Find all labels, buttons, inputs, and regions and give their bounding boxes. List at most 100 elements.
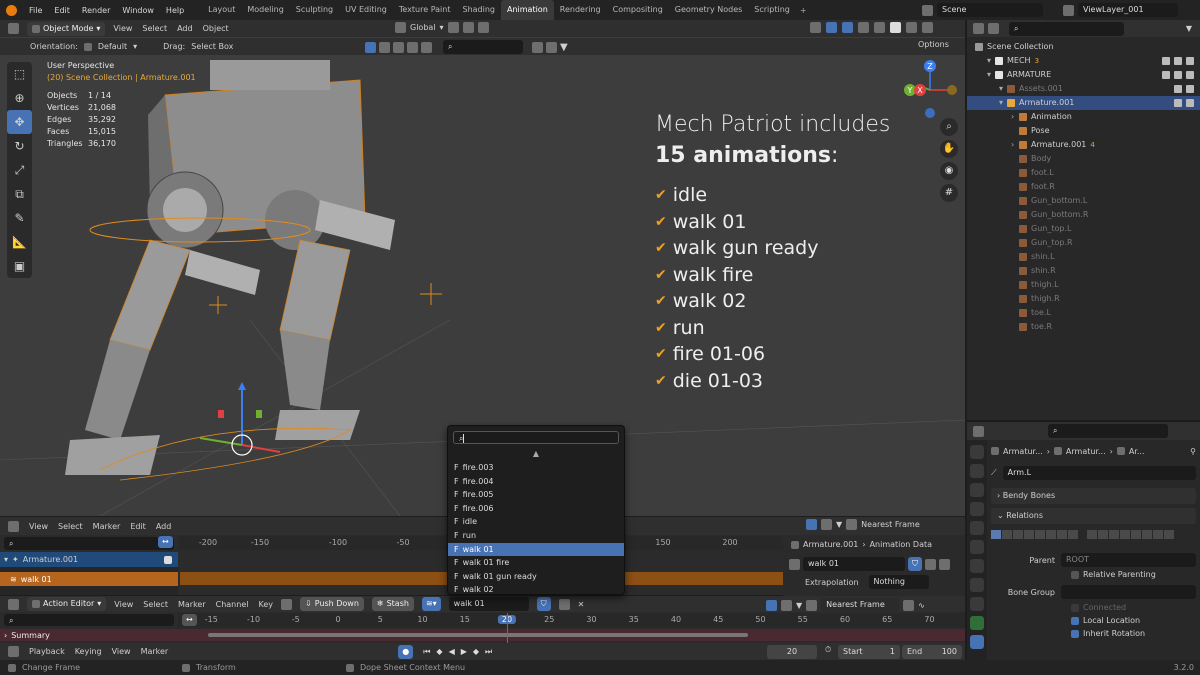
exclude-checkbox[interactable] [1162, 71, 1170, 79]
bone-layer-cell[interactable] [1002, 530, 1012, 539]
pin-icon[interactable]: ⚲ [1190, 447, 1196, 456]
tab-animation[interactable]: Animation [500, 0, 554, 20]
outliner-item[interactable]: Gun_bottom.R [967, 208, 1200, 222]
xray-icon[interactable] [858, 22, 869, 33]
rotate-tool-icon[interactable]: ↻ [7, 134, 32, 158]
push-down-button[interactable]: ⇩ Push Down [299, 597, 364, 611]
tab-scripting[interactable]: Scripting [748, 0, 796, 20]
modifier-tab-icon[interactable] [970, 578, 984, 592]
popup-action-item[interactable]: Ffire.006 [448, 502, 624, 516]
bone-name-field[interactable]: Arm.L [1002, 466, 1196, 480]
fake-user-icon[interactable]: ⛉ [908, 557, 922, 571]
play-icon[interactable]: ▶ [461, 647, 467, 656]
select-tool-icon[interactable]: ⬚ [7, 62, 32, 86]
fake-user-icon[interactable]: ⛉ [536, 597, 551, 611]
overlays-icon[interactable] [842, 22, 853, 33]
outliner-item[interactable]: foot.L [967, 166, 1200, 180]
tab-modeling[interactable]: Modeling [241, 0, 289, 20]
playback-menu-0[interactable]: Playback [29, 647, 65, 656]
visibility-icon[interactable] [810, 22, 821, 33]
view-layer-tab-icon[interactable] [970, 502, 984, 516]
exclude-checkbox[interactable] [1162, 57, 1170, 65]
bone-layer-cell[interactable] [1087, 530, 1097, 539]
add-workspace-button[interactable]: + [796, 6, 811, 15]
tab-rendering[interactable]: Rendering [554, 0, 607, 20]
action-browse-icon[interactable]: ≋▾ [421, 597, 441, 611]
popup-action-item[interactable]: Ffire.005 [448, 488, 624, 502]
view-layer-field[interactable]: ViewLayer_001 [1078, 3, 1178, 17]
nla-track-armature[interactable]: ▾ ✦ Armature.001 [0, 552, 178, 567]
options-dropdown[interactable]: Options [918, 40, 949, 49]
nla-cursor-icon[interactable] [806, 519, 817, 530]
select-mode-set-icon[interactable] [365, 41, 376, 53]
jump-start-icon[interactable]: ⏮ [423, 647, 430, 657]
select-mode-subtract-icon[interactable] [393, 41, 404, 53]
extrapolation-dropdown[interactable]: Nothing [868, 575, 929, 589]
bone-layer-cell[interactable] [1068, 530, 1078, 539]
shading-rendered-icon[interactable] [922, 22, 933, 33]
nla-snap-dropdown[interactable]: Nearest Frame [861, 520, 920, 529]
select-mode-extend-icon[interactable] [379, 41, 390, 53]
camera-icon[interactable] [1186, 85, 1194, 93]
camera-icon[interactable]: ◉ [940, 162, 958, 180]
popup-action-item[interactable]: Fwalk 01 [448, 542, 624, 557]
viewport-menu-0[interactable]: View [113, 24, 132, 33]
transform-tool-icon[interactable]: ⧉ [7, 182, 32, 206]
nla-view-icon[interactable] [821, 519, 832, 530]
snap-icon[interactable] [462, 22, 474, 33]
select-mode-invert-icon[interactable] [407, 41, 418, 53]
menu-3[interactable]: Window [116, 6, 160, 15]
nla-menu-4[interactable]: Add [156, 522, 172, 531]
zoom-icon[interactable]: ⌕ [940, 118, 958, 136]
bone-layer-cell[interactable] [1120, 530, 1130, 539]
bone-layers[interactable] [991, 530, 1196, 539]
annotate-tool-icon[interactable]: ✎ [7, 206, 32, 230]
current-frame-field[interactable]: 20 [767, 645, 817, 659]
popup-action-item[interactable]: Frun [448, 529, 624, 543]
dopesheet-menu-1[interactable]: Select [143, 600, 168, 609]
proportional-edit-icon[interactable] [477, 22, 489, 33]
relative-parenting-checkbox[interactable] [1071, 570, 1079, 579]
select-mode-intersect-icon[interactable] [421, 41, 432, 53]
pin-icon[interactable] [280, 598, 292, 610]
outliner-item[interactable]: thigh.L [967, 278, 1200, 292]
outliner-item[interactable]: shin.R [967, 264, 1200, 278]
bone-layer-cell[interactable] [991, 530, 1001, 539]
filter-icon[interactable]: ▼ [796, 601, 802, 610]
outliner-root[interactable]: Scene Collection [967, 40, 1200, 54]
editor-type-icon[interactable] [8, 23, 19, 34]
navigation-gizmo[interactable]: Z Y X [900, 58, 960, 120]
tab-geometry-nodes[interactable]: Geometry Nodes [669, 0, 748, 20]
bendy-bones-panel[interactable]: › Bendy Bones [991, 488, 1196, 504]
connected-checkbox[interactable] [1071, 603, 1079, 612]
viewport-menu-3[interactable]: Object [203, 24, 229, 33]
outliner-item[interactable]: › Armature.001 4 [967, 138, 1200, 152]
camera-icon[interactable] [1186, 57, 1194, 65]
outliner-item[interactable]: ▾ ARMATURE [967, 68, 1200, 82]
viewport-menu-2[interactable]: Add [177, 24, 193, 33]
bone-layer-cell[interactable] [1142, 530, 1152, 539]
bone-layer-cell[interactable] [1057, 530, 1067, 539]
orientation-dropdown[interactable]: Default [98, 42, 127, 51]
bone-layer-cell[interactable] [1164, 530, 1174, 539]
disclosure-icon[interactable]: ▾ [987, 54, 995, 68]
viewport-search-input[interactable]: ⌕ [443, 40, 523, 54]
eye-icon[interactable] [1174, 57, 1182, 65]
playback-menu-2[interactable]: View [112, 647, 131, 656]
gizmo-toggle-icon[interactable] [826, 22, 837, 33]
bone-layer-cell[interactable] [1131, 530, 1141, 539]
record-icon[interactable]: ● [398, 644, 414, 659]
bone-layer-cell[interactable] [1109, 530, 1119, 539]
outliner-item[interactable]: toe.L [967, 306, 1200, 320]
outliner-item[interactable]: thigh.R [967, 292, 1200, 306]
bone-layer-cell[interactable] [1013, 530, 1023, 539]
popup-search-input[interactable]: ⌕ [453, 431, 619, 444]
tab-uv-editing[interactable]: UV Editing [339, 0, 393, 20]
outliner-item[interactable]: ▾ MECH 3 [967, 54, 1200, 68]
pivot-icon[interactable] [447, 22, 459, 33]
close-icon[interactable]: ✕ [578, 600, 585, 609]
outliner-item[interactable]: foot.R [967, 180, 1200, 194]
measure-tool-icon[interactable]: 📐 [7, 230, 32, 254]
nla-menu-2[interactable]: Marker [93, 522, 121, 531]
stopwatch-icon[interactable]: ⏱ [825, 645, 831, 655]
